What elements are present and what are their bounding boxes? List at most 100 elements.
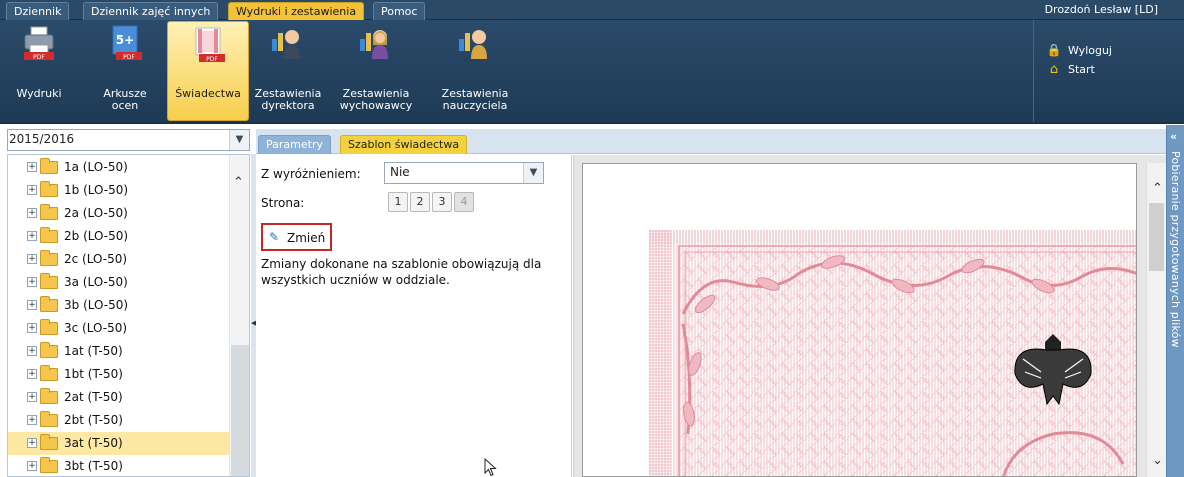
grades-sheet-icon: 5+ PDF bbox=[112, 25, 142, 61]
start-label: Start bbox=[1068, 63, 1095, 76]
svg-text:PDF: PDF bbox=[33, 54, 45, 61]
printer-icon: PDF bbox=[24, 26, 54, 61]
tree-item[interactable]: +2b (LO-50) bbox=[8, 225, 230, 248]
ribbon-swiadectwa-button[interactable]: PDF Świadectwa bbox=[167, 21, 249, 121]
ribbon-zestawienia-nauczyciela-button[interactable]: Zestawienia nauczyciela bbox=[436, 20, 514, 124]
tab-szablon-swiadectwa[interactable]: Szablon świadectwa bbox=[340, 135, 468, 154]
start-link[interactable]: ⌂ Start bbox=[1046, 62, 1095, 78]
expand-icon[interactable]: + bbox=[27, 162, 37, 172]
tutor-report-icon bbox=[360, 30, 388, 59]
tree-item-selected[interactable]: +3at (T-50) bbox=[8, 432, 230, 455]
tree-scrollbar[interactable]: ⌃ bbox=[229, 155, 249, 476]
menu-tab-wydruki-i-zestawienia[interactable]: Wydruki i zestawienia bbox=[228, 2, 365, 20]
ribbon-zestawienia-dyrektora-label: Zestawienia dyrektora bbox=[254, 87, 322, 112]
expand-icon[interactable]: + bbox=[27, 438, 37, 448]
tree-item-label: 3bt (T-50) bbox=[64, 459, 123, 473]
expand-icon[interactable]: + bbox=[27, 346, 37, 356]
school-year-value: 2015/2016 bbox=[9, 132, 75, 146]
tree-item-label: 3a (LO-50) bbox=[64, 275, 128, 289]
tree-item-label: 3at (T-50) bbox=[64, 436, 123, 450]
certificate-preview-page[interactable] bbox=[582, 163, 1137, 477]
ribbon-arkusze-ocen-button[interactable]: 5+ PDF Arkusze ocen bbox=[86, 20, 164, 124]
scrollbar-thumb[interactable] bbox=[1149, 203, 1164, 271]
chevron-down-icon[interactable]: ▼ bbox=[229, 130, 249, 150]
tree-item-label: 1b (LO-50) bbox=[64, 183, 129, 197]
tab-parametry[interactable]: Parametry bbox=[258, 135, 331, 154]
expand-panel-icon[interactable]: « bbox=[1170, 130, 1177, 143]
scroll-up-icon[interactable]: ⌃ bbox=[1152, 181, 1163, 196]
expand-icon[interactable]: + bbox=[27, 208, 37, 218]
tree-item[interactable]: +2a (LO-50) bbox=[8, 202, 230, 225]
ribbon-wydruki-button[interactable]: PDF Wydruki bbox=[5, 20, 73, 124]
tree-item-label: 3b (LO-50) bbox=[64, 298, 129, 312]
folder-icon bbox=[40, 411, 58, 427]
page-button-4[interactable]: 4 bbox=[454, 192, 474, 212]
scroll-down-icon[interactable]: ⌄ bbox=[1152, 453, 1163, 468]
expand-icon[interactable]: + bbox=[27, 369, 37, 379]
top-menu-bar: Dziennik Dziennik zajęć innych Wydruki i… bbox=[0, 0, 1184, 20]
tree-item[interactable]: +1b (LO-50) bbox=[8, 179, 230, 202]
scroll-up-icon[interactable]: ⌃ bbox=[233, 175, 244, 190]
tree-item-label: 1bt (T-50) bbox=[64, 367, 123, 381]
folder-icon bbox=[40, 181, 58, 197]
folder-icon bbox=[40, 227, 58, 243]
tree-item[interactable]: +2bt (T-50) bbox=[8, 409, 230, 432]
tree-item[interactable]: +3b (LO-50) bbox=[8, 294, 230, 317]
tree-item[interactable]: +3a (LO-50) bbox=[8, 271, 230, 294]
tab-bar: Parametry Szablon świadectwa bbox=[256, 129, 1166, 154]
chevron-down-icon[interactable]: ▼ bbox=[523, 163, 543, 183]
user-name: Drozdoń Lesław [LD] bbox=[1044, 3, 1158, 16]
certificate-preview-area: ⌃ ⌄ bbox=[573, 155, 1166, 477]
tree-item[interactable]: +3bt (T-50) bbox=[8, 455, 230, 476]
ribbon-swiadectwa-label: Świadectwa bbox=[175, 87, 241, 100]
folder-icon bbox=[40, 158, 58, 174]
folder-icon bbox=[40, 296, 58, 312]
menu-tab-pomoc[interactable]: Pomoc bbox=[373, 2, 426, 20]
tree-item-label: 2a (LO-50) bbox=[64, 206, 128, 220]
folder-icon bbox=[40, 457, 58, 473]
menu-tab-dziennik-zajec-innych[interactable]: Dziennik zajęć innych bbox=[83, 2, 219, 20]
menu-tab-dziennik[interactable]: Dziennik bbox=[6, 2, 70, 20]
director-report-icon bbox=[272, 30, 300, 59]
preview-scrollbar[interactable]: ⌃ ⌄ bbox=[1146, 163, 1166, 477]
page-label: Strona: bbox=[261, 196, 305, 210]
home-icon: ⌂ bbox=[1049, 62, 1059, 77]
downloads-side-panel[interactable]: « Pobieranie przygotowanych plików bbox=[1166, 125, 1184, 477]
ribbon-wydruki-label: Wydruki bbox=[16, 87, 62, 100]
ribbon-zestawienia-dyrektora-button[interactable]: Zestawienia dyrektora bbox=[252, 20, 324, 124]
page-button-3[interactable]: 3 bbox=[432, 192, 452, 212]
expand-icon[interactable]: + bbox=[27, 461, 37, 471]
tree-item-label: 2bt (T-50) bbox=[64, 413, 123, 427]
change-template-button[interactable]: ✎ Zmień bbox=[261, 223, 332, 251]
expand-icon[interactable]: + bbox=[27, 254, 37, 264]
tree-item-label: 1at (T-50) bbox=[64, 344, 123, 358]
tree-item[interactable]: +1bt (T-50) bbox=[8, 363, 230, 386]
svg-text:5+: 5+ bbox=[116, 33, 134, 47]
tree-item[interactable]: +1a (LO-50) bbox=[8, 156, 230, 179]
tree-item[interactable]: +2at (T-50) bbox=[8, 386, 230, 409]
school-year-select[interactable]: 2015/2016 ▼ bbox=[7, 129, 250, 151]
tree-item[interactable]: +3c (LO-50) bbox=[8, 317, 230, 340]
expand-icon[interactable]: + bbox=[27, 415, 37, 425]
expand-icon[interactable]: + bbox=[27, 277, 37, 287]
distinction-select[interactable]: Nie ▼ bbox=[384, 162, 544, 184]
top-right-links: 🔒 Wyloguj ⌂ Start bbox=[1033, 20, 1173, 122]
page-button-1[interactable]: 1 bbox=[388, 192, 408, 212]
scrollbar-thumb[interactable] bbox=[231, 345, 249, 476]
teacher-report-icon bbox=[459, 30, 487, 59]
certificate-pattern-image bbox=[649, 230, 1136, 476]
certificate-icon: PDF bbox=[195, 27, 225, 63]
downloads-panel-label: Pobieranie przygotowanych plików bbox=[1169, 151, 1182, 348]
expand-icon[interactable]: + bbox=[27, 185, 37, 195]
expand-icon[interactable]: + bbox=[27, 392, 37, 402]
page-button-2[interactable]: 2 bbox=[410, 192, 430, 212]
ribbon-zestawienia-wychowawcy-button[interactable]: Zestawienia wychowawcy bbox=[336, 20, 416, 124]
folder-icon bbox=[40, 342, 58, 358]
expand-icon[interactable]: + bbox=[27, 323, 37, 333]
expand-icon[interactable]: + bbox=[27, 300, 37, 310]
expand-icon[interactable]: + bbox=[27, 231, 37, 241]
tree-item[interactable]: +1at (T-50) bbox=[8, 340, 230, 363]
class-tree: +1a (LO-50) +1b (LO-50) +2a (LO-50) +2b … bbox=[7, 154, 250, 477]
tree-item[interactable]: +2c (LO-50) bbox=[8, 248, 230, 271]
logout-link[interactable]: 🔒 Wyloguj bbox=[1046, 42, 1112, 58]
